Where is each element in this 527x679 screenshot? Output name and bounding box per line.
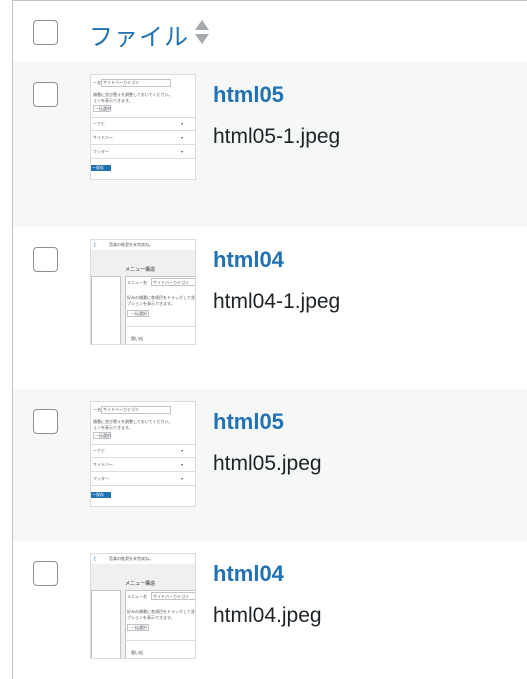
thumb-row-divider <box>91 130 195 131</box>
thumb-row-divider <box>91 144 195 145</box>
media-filename: html04-1.jpeg <box>213 290 341 313</box>
row-checkbox[interactable] <box>33 561 58 586</box>
thumb-row-label: ーナビ <box>93 448 105 453</box>
thumb-menu-name-value: サイドバーカテゴリ <box>103 407 139 412</box>
thumb-menu-name-label: ー名 <box>93 80 101 85</box>
thumb-row-dropdown: ▾ <box>181 448 184 453</box>
thumb-row-label: サイドバー <box>93 135 113 140</box>
thumb-menu-name-label: ー名 <box>93 407 101 412</box>
thumb-row-label: ーナビ <box>93 121 105 126</box>
thumb-top-text: 音楽の推奨を未完成ね。 <box>109 556 153 561</box>
media-title-link[interactable]: html04 <box>213 561 284 587</box>
thumb-row-label: フッター <box>93 476 109 481</box>
thumb-menu-name-value: サイドバーカテゴリ <box>153 594 189 599</box>
table-header: ファイル <box>13 1 527 63</box>
thumb-desc2: プションを表示できます。 <box>127 615 175 620</box>
thumb-footer-label: 思い出 <box>131 336 143 341</box>
thumb-menu-name-label: メニュー名 <box>127 594 147 599</box>
thumb-row-dropdown: ▾ <box>181 135 184 140</box>
thumb-row-divider <box>91 457 195 458</box>
media-thumbnail[interactable]: ー名 サイドバーカテゴリ 順番に並び替えを調整しておいてください。 ョンを表示できます… <box>90 74 196 180</box>
media-list-table: ファイル ー名 サイドバーカテゴリ 順番に並び替えを調整しておいてください。 ョンを表… <box>12 0 527 679</box>
thumb-divider <box>125 326 195 327</box>
thumb-select-all-label: 一括選択 <box>131 311 147 316</box>
media-filename: html04.jpeg <box>213 604 322 627</box>
thumb-link: と <box>93 242 97 247</box>
media-filename: html05-1.jpeg <box>213 125 341 148</box>
thumb-desc2: ョンを表示できます。 <box>93 98 133 103</box>
thumb-desc2: ョンを表示できます。 <box>93 425 133 430</box>
select-all-checkbox[interactable] <box>33 20 58 45</box>
thumb-footer-label: 思い出 <box>131 650 143 655</box>
table-row: ー名 サイドバーカテゴリ 順番に並び替えを調整しておいてください。 ョンを表示できます… <box>13 62 527 227</box>
thumb-save-label: ー保存 <box>92 165 104 170</box>
media-title-link[interactable]: html05 <box>213 409 284 435</box>
media-title-link[interactable]: html04 <box>213 247 284 273</box>
thumb-save-label: ー保存 <box>92 492 104 497</box>
thumb-row-dropdown: ▾ <box>181 476 184 481</box>
thumb-link: と <box>93 556 97 561</box>
table-row: と音楽の推奨を未完成ね。 メニュー構造 メニュー名 サイドバーカテゴリ 好みの順番に各項… <box>13 541 527 679</box>
thumb-row-divider <box>91 485 195 486</box>
row-checkbox[interactable] <box>33 82 58 107</box>
thumb-menu-name-value: サイドバーカテゴリ <box>153 280 189 285</box>
thumb-heading: メニュー構造 <box>125 267 156 273</box>
row-checkbox[interactable] <box>33 247 58 272</box>
thumb-heading: メニュー構造 <box>125 581 156 587</box>
table-row: ー名 サイドバーカテゴリ 順番に並び替えを調整しておいてください。 ョンを表示できます… <box>13 389 527 541</box>
thumb-row-label: サイドバー <box>93 462 113 467</box>
thumb-select-all-label: 一括選択 <box>95 433 111 438</box>
media-filename: html05.jpeg <box>213 452 322 475</box>
media-thumbnail[interactable]: と音楽の推奨を未完成ね。 メニュー構造 メニュー名 サイドバーカテゴリ 好みの順番に各項… <box>90 239 196 345</box>
thumb-row-dropdown: ▾ <box>181 462 184 467</box>
thumb-select-all-label: 一括選択 <box>131 625 147 630</box>
column-title-file[interactable]: ファイル <box>89 17 189 52</box>
thumb-desc2: プションを表示できます。 <box>127 301 175 306</box>
media-title-link[interactable]: html05 <box>213 82 284 108</box>
thumb-row-dropdown: ▾ <box>181 121 184 126</box>
thumb-row-label: フッター <box>93 149 109 154</box>
thumb-side-panel <box>91 590 121 658</box>
sort-icon[interactable] <box>194 18 210 46</box>
row-checkbox[interactable] <box>33 409 58 434</box>
thumb-row-dropdown: ▾ <box>181 149 184 154</box>
thumb-menu-name-value: サイドバーカテゴリ <box>103 80 139 85</box>
thumb-row-divider <box>91 158 195 159</box>
media-thumbnail[interactable]: と音楽の推奨を未完成ね。 メニュー構造 メニュー名 サイドバーカテゴリ 好みの順番に各項… <box>90 553 196 659</box>
thumb-side-panel <box>91 276 121 344</box>
thumb-row-divider <box>91 471 195 472</box>
thumb-divider <box>125 640 195 641</box>
media-thumbnail[interactable]: ー名 サイドバーカテゴリ 順番に並び替えを調整しておいてください。 ョンを表示できます… <box>90 401 196 507</box>
thumb-menu-name-label: メニュー名 <box>127 280 147 285</box>
thumb-select-all-label: 一括選択 <box>95 106 111 111</box>
thumb-divider <box>91 444 195 445</box>
table-row: と音楽の推奨を未完成ね。 メニュー構造 メニュー名 サイドバーカテゴリ 好みの順番に各項… <box>13 227 527 389</box>
thumb-divider <box>91 117 195 118</box>
thumb-top-text: 音楽の推奨を未完成ね。 <box>109 242 153 247</box>
